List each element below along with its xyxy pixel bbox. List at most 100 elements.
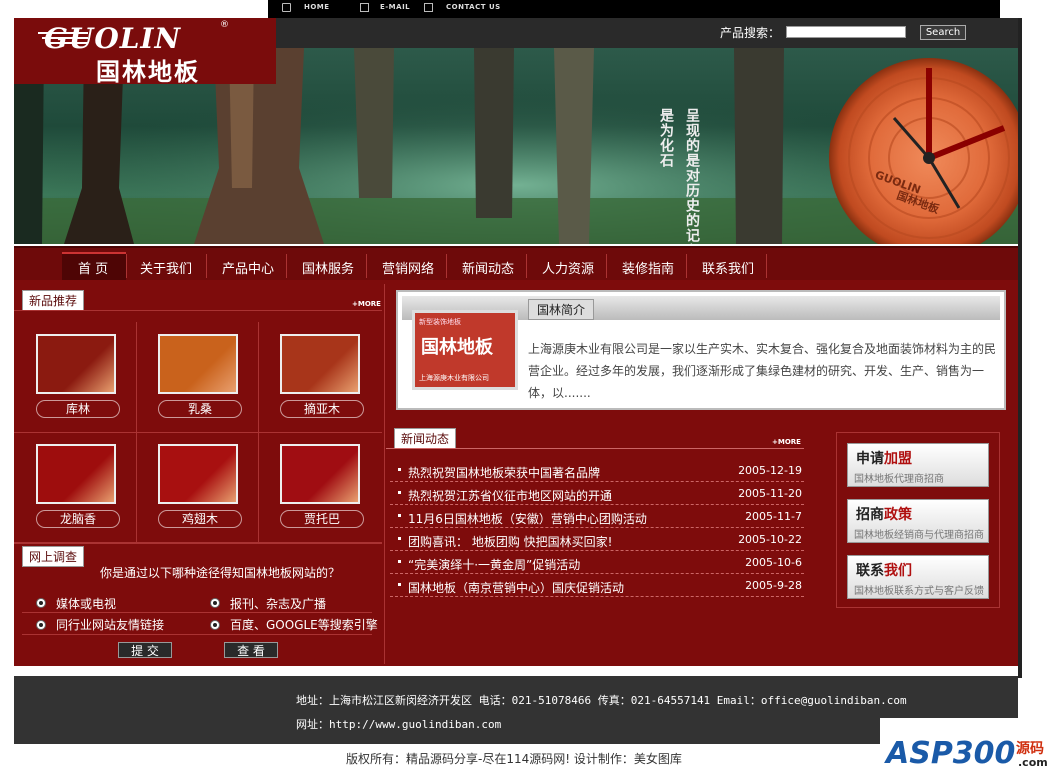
logo-chinese: 国林地板 — [96, 58, 200, 86]
news-headline[interactable]: 热烈祝贺江苏省仪征市地区网站的开通 — [408, 487, 612, 504]
news-headline[interactable]: 团购喜讯： 地板团购 快把国林买回家! — [408, 533, 612, 550]
nav-products[interactable]: 产品中心 — [222, 258, 274, 277]
poll-option[interactable]: 媒体或电视 — [56, 595, 116, 612]
poll-view-button[interactable]: 查 看 — [224, 642, 278, 658]
nav-hr[interactable]: 人力资源 — [542, 258, 594, 277]
search-input[interactable] — [786, 26, 906, 38]
divider — [22, 612, 372, 613]
news-headline[interactable]: 国林地板（南京营销中心）国庆促销活动 — [408, 579, 624, 596]
footer-site[interactable]: 网址：http://www.guolindiban.com — [296, 716, 501, 732]
news-headline[interactable]: “完美演绎十·一黄金周”促销活动 — [408, 556, 580, 573]
logo-english: GUOLIN — [44, 22, 182, 55]
bullet-icon — [398, 537, 401, 540]
product-swatch[interactable] — [280, 444, 360, 504]
news-item[interactable]: “完美演绎十·一黄金周”促销活动 2005-10-6 — [390, 552, 804, 574]
poll-submit-button[interactable]: 提 交 — [118, 642, 172, 658]
promo-panel: 申请加盟 国林地板代理商招商 招商政策 国林地板经销商与代理商招商 联系我们 国… — [836, 432, 1000, 608]
nav-separator — [126, 254, 127, 278]
product-card[interactable]: 鸡翅木 — [140, 438, 260, 548]
footer-gap — [14, 666, 1018, 676]
promo-contact[interactable]: 联系我们 国林地板联系方式与客户反馈 — [847, 555, 989, 599]
product-label[interactable]: 库林 — [36, 400, 120, 418]
promo-subtitle: 国林地板经销商与代理商招商 — [854, 530, 984, 541]
product-label[interactable]: 龙脑香 — [36, 510, 120, 528]
product-card[interactable]: 贾托巴 — [262, 438, 382, 548]
nav-separator — [766, 254, 767, 278]
product-card[interactable]: 库林 — [18, 328, 138, 438]
news-headline[interactable]: 热烈祝贺国林地板荣获中国著名品牌 — [408, 464, 600, 481]
poll-question: 你是通过以下哪种途径得知国林地板网站的？ — [100, 566, 341, 580]
product-label[interactable]: 贾托巴 — [280, 510, 364, 528]
search-button[interactable]: Search — [920, 25, 966, 40]
products-more-link[interactable]: +MORE — [352, 300, 381, 308]
promo-join[interactable]: 申请加盟 国林地板代理商招商 — [847, 443, 989, 487]
divider — [14, 310, 382, 311]
mail-icon — [360, 3, 369, 12]
news-item[interactable]: 热烈祝贺江苏省仪征市地区网站的开通 2005-11-20 — [390, 483, 804, 505]
product-label[interactable]: 乳桑 — [158, 400, 242, 418]
news-more-link[interactable]: +MORE — [772, 438, 801, 446]
product-card[interactable]: 乳桑 — [140, 328, 260, 438]
poll-option[interactable]: 报刊、杂志及广播 — [230, 595, 326, 612]
company-intro-panel: 国林简介 新型装饰地板 国林地板 上海源庚木业有限公司 上海源庚木业有限公司是一… — [396, 290, 1006, 410]
nav-home[interactable]: 首 页 — [78, 258, 108, 277]
footer-address: 地址：上海市松江区新闵经济开发区 电话：021-51078466 传真：021-… — [296, 694, 907, 707]
nav-marketing[interactable]: 营销网络 — [382, 258, 434, 277]
poll-option[interactable]: 同行业网站友情链接 — [56, 616, 164, 633]
nav-services[interactable]: 国林服务 — [302, 258, 354, 277]
product-label[interactable]: 摘亚木 — [280, 400, 364, 418]
promo-heading-part1: 招商 — [856, 507, 884, 523]
poll-radio[interactable] — [36, 598, 46, 608]
bullet-icon — [398, 514, 401, 517]
top-utility-nav: HOME E-MAIL CONTACT US — [268, 0, 1000, 18]
news-item[interactable]: 11月6日国林地板（安徽）营销中心团购活动 2005-11-7 — [390, 506, 804, 528]
news-item[interactable]: 团购喜讯： 地板团购 快把国林买回家! 2005-10-22 — [390, 529, 804, 551]
nav-separator — [606, 254, 607, 278]
nav-news[interactable]: 新闻动态 — [462, 258, 514, 277]
news-item[interactable]: 国林地板（南京营销中心）国庆促销活动 2005-9-28 — [390, 575, 804, 597]
poll-option[interactable]: 百度、GOOGLE等搜索引擎 — [230, 616, 378, 633]
news-date: 2005-11-7 — [745, 510, 802, 523]
nav-about[interactable]: 关于我们 — [140, 258, 192, 277]
product-swatch[interactable] — [158, 334, 238, 394]
intro-image-title: 国林地板 — [421, 337, 493, 358]
nav-separator — [366, 254, 367, 278]
nav-separator — [206, 254, 207, 278]
promo-heading-part2: 加盟 — [884, 451, 912, 467]
promo-policy[interactable]: 招商政策 国林地板经销商与代理商招商 — [847, 499, 989, 543]
divider — [14, 542, 382, 544]
intro-image: 新型装饰地板 国林地板 上海源庚木业有限公司 — [412, 310, 518, 390]
news-title: 新闻动态 — [394, 428, 457, 449]
email-link[interactable]: E-MAIL — [380, 3, 410, 11]
home-icon — [282, 3, 291, 12]
product-swatch[interactable] — [36, 444, 116, 504]
product-swatch[interactable] — [36, 334, 116, 394]
main-nav: 首 页 关于我们 产品中心 国林服务 营销网络 新闻动态 人力资源 装修指南 联… — [14, 246, 1018, 282]
news-date: 2005-11-20 — [738, 487, 802, 500]
nav-decoration[interactable]: 装修指南 — [622, 258, 674, 277]
home-link[interactable]: HOME — [304, 3, 330, 11]
poll-radio[interactable] — [36, 620, 46, 630]
intro-image-caption: 新型装饰地板 — [419, 318, 461, 326]
brand-logo[interactable]: GUOLIN ® 国林地板 — [14, 18, 276, 86]
promo-heading-part1: 申请 — [856, 451, 884, 467]
product-swatch[interactable] — [280, 334, 360, 394]
nav-contact[interactable]: 联系我们 — [702, 258, 754, 277]
poll-radio[interactable] — [210, 620, 220, 630]
product-swatch[interactable] — [158, 444, 238, 504]
copyright-text: 版权所有：精品源码分享-尽在114源码网! 设计制作：美女图库 — [346, 752, 682, 766]
product-card[interactable]: 龙脑香 — [18, 438, 138, 548]
contact-icon — [424, 3, 433, 12]
news-item[interactable]: 热烈祝贺国林地板荣获中国著名品牌 2005-12-19 — [390, 460, 804, 482]
product-label[interactable]: 鸡翅木 — [158, 510, 242, 528]
contact-link[interactable]: CONTACT US — [446, 3, 501, 11]
watermark-domain: .com — [1018, 756, 1048, 769]
promo-heading: 联系我们 — [856, 560, 912, 580]
poll-radio[interactable] — [210, 598, 220, 608]
promo-heading-part1: 联系 — [856, 563, 884, 579]
promo-subtitle: 国林地板代理商招商 — [854, 474, 944, 485]
product-card[interactable]: 摘亚木 — [262, 328, 382, 438]
banner-slogan: 呈现的是对历史的记印 是为化石 — [654, 108, 714, 244]
promo-heading-part2: 政策 — [884, 507, 912, 523]
news-headline[interactable]: 11月6日国林地板（安徽）营销中心团购活动 — [408, 510, 647, 527]
